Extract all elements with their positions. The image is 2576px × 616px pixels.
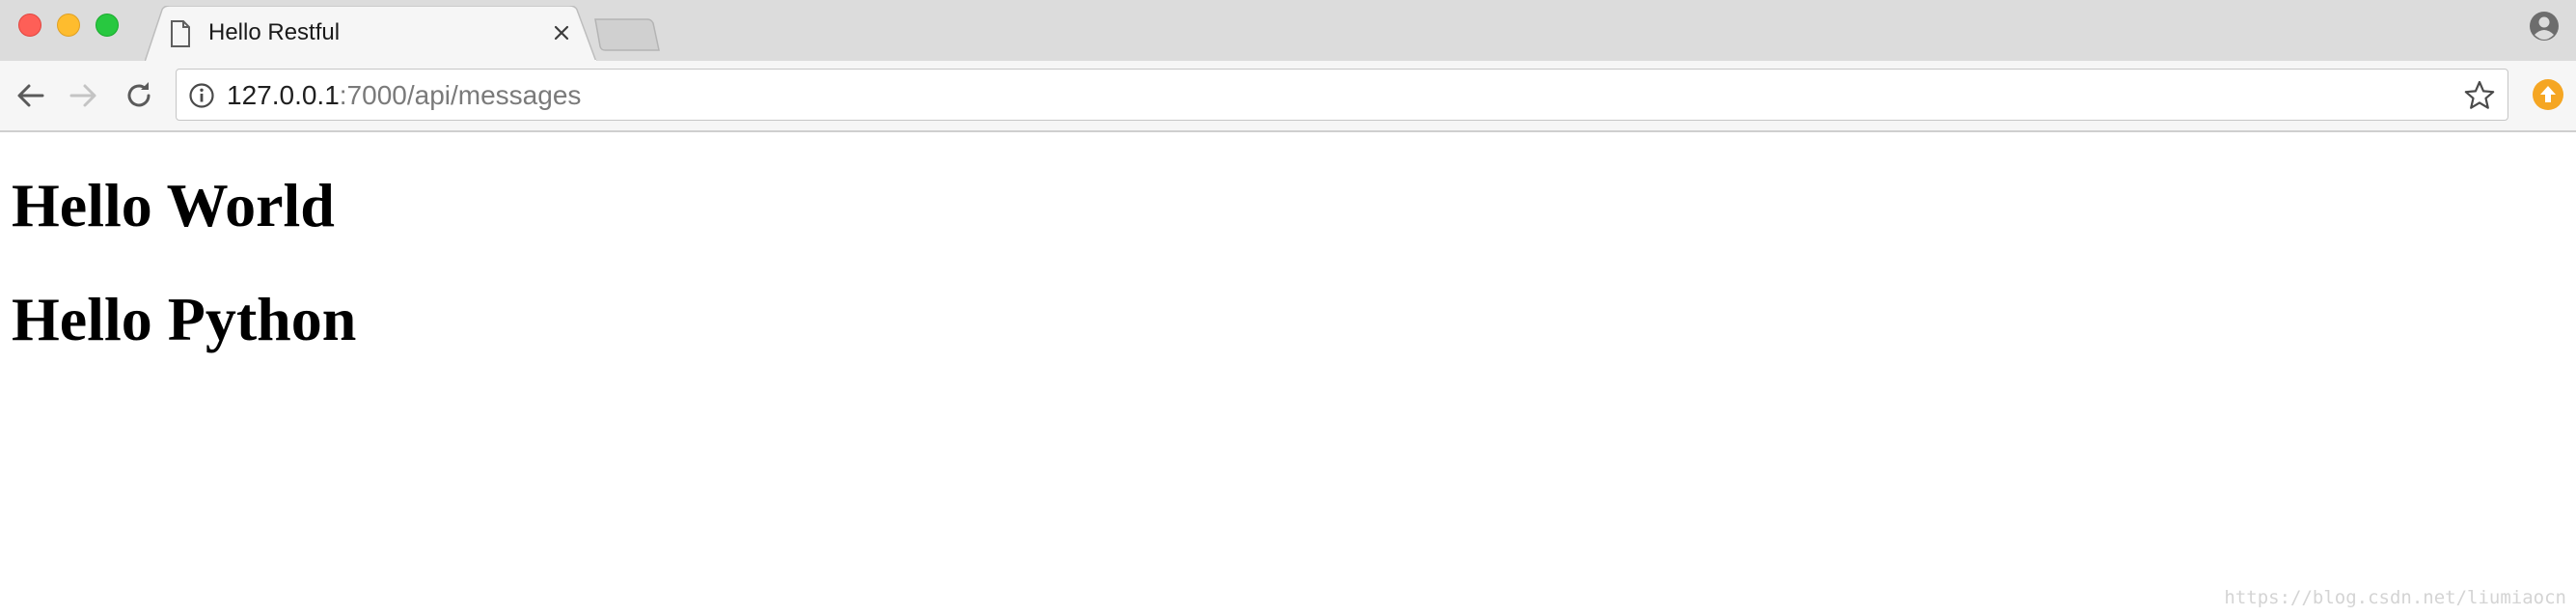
info-icon[interactable] [188,82,215,109]
new-tab-button[interactable] [593,17,661,52]
tab-hello-restful[interactable]: Hello Restful [145,6,598,62]
window-maximize-button[interactable] [96,14,119,37]
profile-icon[interactable] [2528,10,2561,42]
url-path: :7000/api/messages [339,80,582,110]
tab-strip: Hello Restful [0,0,2576,62]
star-icon[interactable] [2463,79,2496,112]
upload-extension-icon[interactable] [2530,76,2566,113]
url-host: 127.0.0.1 [227,80,340,110]
address-bar[interactable]: 127.0.0.1:7000/api/messages [176,69,2508,121]
reload-icon[interactable] [120,76,158,115]
document-icon [171,20,190,47]
close-icon[interactable] [550,21,573,44]
heading-hello-python: Hello Python [12,285,357,353]
watermark-text: https://blog.csdn.net/liumiaocn [2224,587,2566,608]
back-arrow-icon[interactable] [12,76,50,115]
forward-arrow-icon[interactable] [64,76,102,115]
heading-hello-world: Hello World [12,171,335,239]
window-minimize-button[interactable] [57,14,80,37]
browser-toolbar: 127.0.0.1:7000/api/messages [0,61,2576,132]
url-text[interactable]: 127.0.0.1:7000/api/messages [227,80,581,111]
tab-title: Hello Restful [208,19,341,45]
page-content: Hello World Hello Python https://blog.cs… [0,132,2576,616]
window-close-button[interactable] [18,14,41,37]
